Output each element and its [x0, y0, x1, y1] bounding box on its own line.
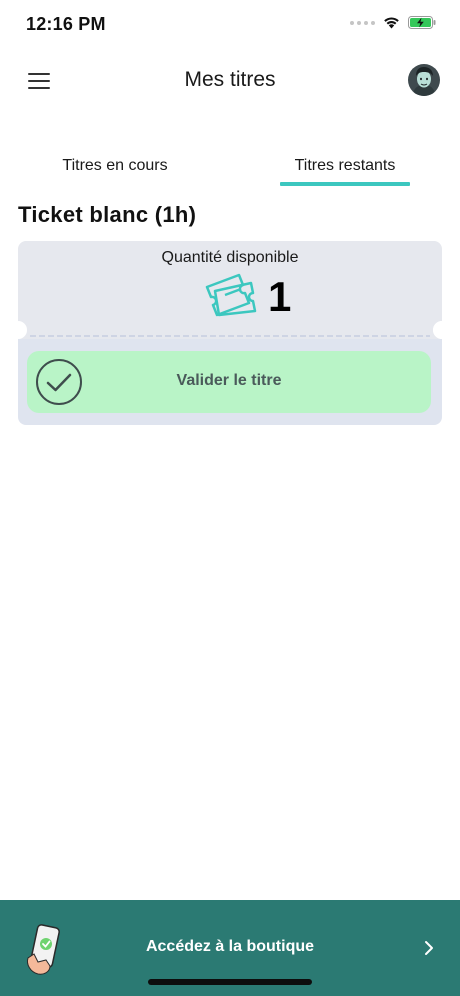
page-title: Mes titres	[184, 68, 276, 91]
shop-label: Accédez à la boutique	[145, 938, 315, 955]
active-tab-indicator	[280, 182, 410, 186]
ticket-title: Ticket blanc (1h)	[18, 202, 197, 227]
tab-titres-en-cours[interactable]: Titres en cours	[40, 150, 190, 186]
home-indicator[interactable]	[148, 979, 312, 985]
user-avatar[interactable]	[408, 64, 440, 96]
quantity-label: Quantité disponible	[161, 249, 299, 266]
validate-ticket-label: Valider le titre	[176, 372, 282, 389]
status-bar: 12:16 PM	[0, 0, 460, 50]
validate-ticket-button[interactable]: Valider le titre	[27, 351, 431, 413]
app-header: Mes titres	[0, 50, 460, 112]
tabs-bar: Titres en cours Titres restants	[0, 150, 460, 190]
status-time: 12:16 PM	[26, 14, 106, 34]
battery-charging-icon	[408, 16, 436, 29]
quantity-value: 1	[268, 273, 292, 320]
ticket-icon	[205, 273, 257, 317]
wifi-icon	[384, 17, 399, 29]
ticket-card: Quantité disponible 1 Valider le titre	[18, 241, 442, 425]
tab-titres-restants[interactable]: Titres restants	[280, 150, 410, 186]
status-indicators	[350, 16, 436, 29]
cellular-signal-icon	[350, 20, 375, 25]
chevron-right-icon	[425, 941, 433, 955]
